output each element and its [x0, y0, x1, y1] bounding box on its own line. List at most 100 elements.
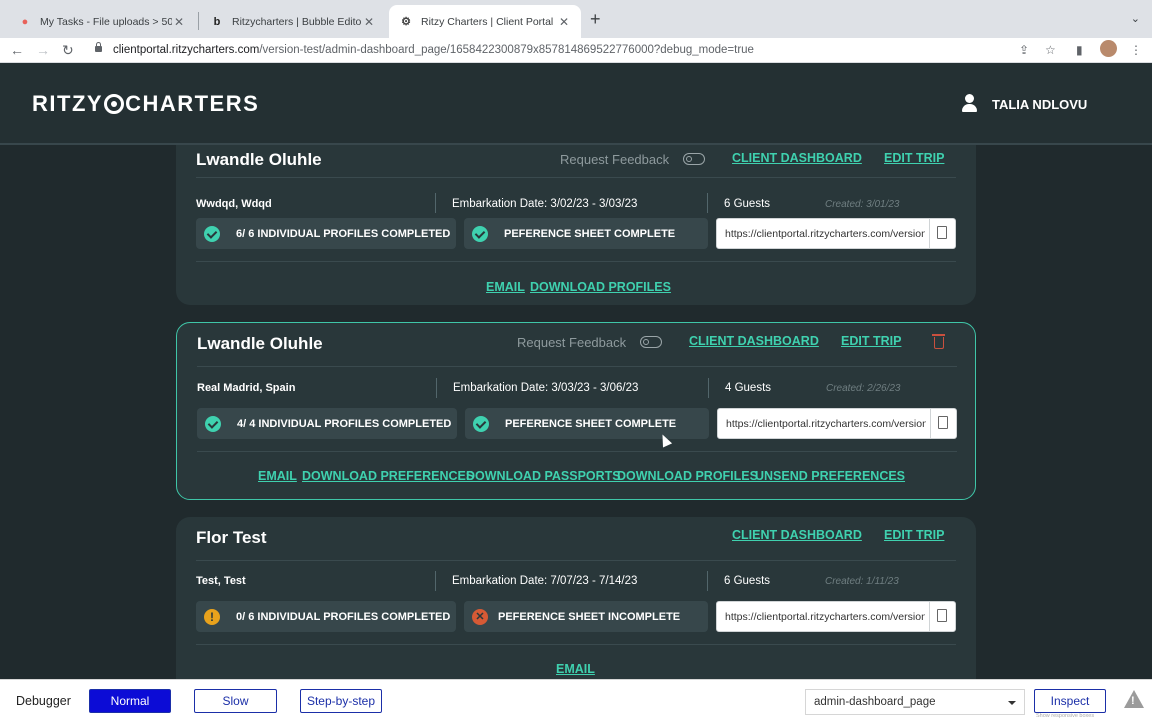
preference-status: PEFERENCE SHEET COMPLETE [465, 408, 709, 439]
email-link[interactable]: EMAIL [258, 469, 297, 483]
debug-mode-slow-button[interactable]: Slow [194, 689, 277, 713]
tab-search-icon[interactable]: ⌄ [1131, 12, 1140, 25]
client-name: Lwandle Oluhle [196, 150, 322, 169]
preference-status: ✕ PEFERENCE SHEET INCOMPLETE [464, 601, 708, 632]
download-passports-link[interactable]: DOWNLOAD PASSPORTS [466, 469, 621, 483]
edit-trip-link[interactable]: EDIT TRIP [884, 528, 944, 542]
divider [435, 571, 436, 591]
divider [196, 261, 956, 262]
divider [196, 560, 956, 561]
reload-icon[interactable]: ↻ [62, 41, 74, 59]
divider [436, 378, 437, 398]
preference-status-text: PEFERENCE SHEET COMPLETE [504, 227, 676, 240]
browser-address-bar: ← → ↻ clientportal.ritzycharters.com/ver… [0, 38, 1152, 63]
page-select[interactable]: admin-dashboard_page [805, 689, 1025, 715]
trip-card: Flor Test CLIENT DASHBOARD EDIT TRIP Tes… [176, 517, 976, 679]
divider [196, 644, 956, 645]
unsend-preferences-link[interactable]: UNSEND PREFERENCES [755, 469, 905, 483]
trip-location: Real Madrid, Spain [197, 382, 296, 394]
url-field[interactable]: clientportal.ritzycharters.com/version-t… [113, 41, 754, 59]
created-date: Created: 2/26/23 [826, 383, 901, 394]
user-icon[interactable] [962, 94, 977, 112]
close-icon[interactable]: ✕ [172, 15, 186, 29]
warning-circle-icon: ! [204, 608, 220, 625]
portal-url-field[interactable]: https://clientportal.ritzycharters.com/v… [717, 408, 957, 439]
guest-count: 4 Guests [725, 382, 772, 394]
share-icon[interactable]: ⇪ [1019, 42, 1029, 58]
embarkation-date: Embarkation Date: 7/07/23 - 7/14/23 [452, 575, 638, 587]
copy-icon [934, 223, 947, 239]
guest-count: 6 Guests [724, 575, 771, 587]
email-link[interactable]: EMAIL [556, 662, 595, 676]
portal-url-field[interactable]: https://clientportal.ritzycharters.com/v… [716, 601, 956, 632]
request-feedback-toggle[interactable] [640, 336, 662, 348]
request-feedback-label: Request Feedback [517, 335, 627, 350]
url-host: clientportal.ritzycharters.com [113, 44, 260, 56]
embarkation-date: Embarkation Date: 3/02/23 - 3/03/23 [452, 198, 638, 210]
portal-url-field[interactable]: https://clientportal.ritzycharters.com/v… [716, 218, 956, 249]
browser-tabbar: ● My Tasks - File uploads > 50MB ✕ b Rit… [0, 0, 1152, 38]
ship-wheel-icon [104, 94, 125, 114]
check-circle-icon [205, 415, 221, 432]
trip-card: Lwandle Oluhle Request Feedback CLIENT D… [176, 145, 976, 305]
gear-icon: ⚙ [401, 16, 411, 28]
show-responsive-boxes-link[interactable]: Show responsive boxes [1036, 713, 1094, 719]
ritzy-charters-logo[interactable]: RITZY CHARTERS [32, 91, 259, 117]
debug-mode-normal-button[interactable]: Normal [89, 689, 171, 713]
lock-icon [95, 42, 102, 52]
download-profiles-link[interactable]: DOWNLOAD PROFILES [530, 280, 671, 294]
client-dashboard-link[interactable]: CLIENT DASHBOARD [689, 334, 819, 348]
copy-url-button[interactable] [929, 219, 955, 248]
client-dashboard-link[interactable]: CLIENT DASHBOARD [732, 151, 862, 165]
embarkation-date: Embarkation Date: 3/03/23 - 3/06/23 [453, 382, 639, 394]
copy-url-button[interactable] [930, 409, 956, 438]
tab-title: Ritzy Charters | Client Portal [421, 15, 554, 28]
download-profiles-link[interactable]: DOWNLOAD PROFILES [617, 469, 758, 483]
debugger-label: Debugger [16, 694, 71, 708]
bookmark-star-icon[interactable]: ☆ [1045, 42, 1056, 58]
email-link[interactable]: EMAIL [486, 280, 525, 294]
profiles-status: ! 0/ 6 INDIVIDUAL PROFILES COMPLETED [196, 601, 456, 632]
divider [708, 378, 709, 398]
client-name: Flor Test [196, 528, 267, 547]
client-dashboard-link[interactable]: CLIENT DASHBOARD [732, 528, 862, 542]
portal-url-text: https://clientportal.ritzycharters.com/v… [726, 418, 926, 430]
divider [707, 193, 708, 213]
user-name[interactable]: TALIA NDLOVU [992, 97, 1087, 112]
profiles-status-text: 6/ 6 INDIVIDUAL PROFILES COMPLETED [236, 227, 451, 240]
edit-trip-link[interactable]: EDIT TRIP [884, 151, 944, 165]
forward-icon[interactable]: → [36, 41, 50, 59]
browser-profile-avatar[interactable] [1100, 40, 1117, 57]
back-icon[interactable]: ← [10, 41, 24, 59]
error-circle-icon: ✕ [472, 608, 488, 625]
inspect-button[interactable]: Inspect [1034, 689, 1106, 713]
copy-icon [935, 413, 948, 429]
logo-text-right: CHARTERS [125, 91, 260, 116]
new-tab-button[interactable]: + [590, 10, 601, 28]
browser-tab-asana[interactable]: ● My Tasks - File uploads > 50MB ✕ [8, 5, 196, 38]
browser-tab-client-portal[interactable]: ⚙ Ritzy Charters | Client Portal ✕ [389, 5, 581, 38]
divider [707, 571, 708, 591]
close-icon[interactable]: ✕ [362, 15, 376, 29]
copy-url-button[interactable] [929, 602, 955, 631]
trip-location: Test, Test [196, 575, 246, 587]
browser-tab-bubble[interactable]: b Ritzycharters | Bubble Editor ✕ [200, 5, 386, 38]
tab-divider [198, 12, 199, 30]
delete-trip-icon[interactable] [932, 334, 945, 349]
side-panel-icon[interactable]: ▮ [1076, 42, 1083, 58]
edit-trip-link[interactable]: EDIT TRIP [841, 334, 901, 348]
guest-count: 6 Guests [724, 198, 771, 210]
debug-mode-step-button[interactable]: Step-by-step [300, 689, 382, 713]
copy-icon [934, 606, 947, 622]
close-icon[interactable]: ✕ [557, 15, 571, 29]
chevron-down-icon [1008, 701, 1016, 705]
check-circle-icon [472, 225, 488, 242]
download-preferences-link[interactable]: DOWNLOAD PREFERENCES [302, 469, 474, 483]
profiles-status: 4/ 4 INDIVIDUAL PROFILES COMPLETED [197, 408, 457, 439]
more-menu-icon[interactable]: ⋮ [1130, 42, 1142, 58]
tab-title: Ritzycharters | Bubble Editor [232, 15, 362, 28]
profiles-status-text: 0/ 6 INDIVIDUAL PROFILES COMPLETED [236, 610, 451, 623]
tab-title: My Tasks - File uploads > 50MB [40, 15, 172, 28]
request-feedback-toggle[interactable] [683, 153, 705, 165]
trip-card-selected: Lwandle Oluhle Request Feedback CLIENT D… [176, 322, 976, 500]
